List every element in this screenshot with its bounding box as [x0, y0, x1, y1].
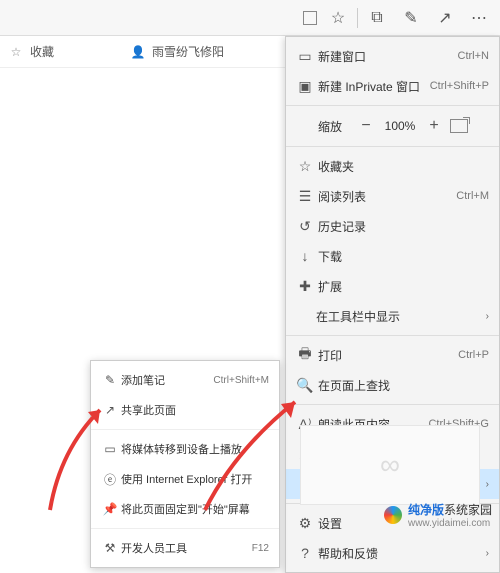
watermark: 纯净版系统家园 www.yidaimei.com — [384, 501, 492, 529]
menu-new-window[interactable]: ▭ 新建窗口 Ctrl+N — [286, 41, 499, 71]
brand1: 纯净版 — [408, 503, 444, 517]
share-icon: ↗ — [99, 403, 121, 417]
ie-icon: ⓔ — [99, 471, 121, 488]
divider — [357, 8, 358, 28]
menu-icon[interactable]: ⋯ — [462, 1, 496, 35]
chevron-right-icon: › — [486, 479, 489, 490]
inprivate-icon: ▣ — [294, 78, 316, 95]
help-icon: ? — [294, 545, 316, 561]
pen-icon: ✎ — [99, 373, 121, 387]
zoom-label: 缩放 — [294, 118, 354, 135]
tab-indicator — [303, 11, 317, 25]
notes-icon[interactable]: ✎ — [394, 1, 428, 35]
menu-label: 使用 Internet Explorer 打开 — [121, 471, 269, 487]
menu-show-in-toolbar[interactable]: 在工具栏中显示 › — [286, 301, 499, 331]
favorite-icon[interactable]: ☆ — [321, 1, 355, 35]
fullscreen-button[interactable] — [450, 119, 468, 133]
more-tools-submenu: ✎ 添加笔记 Ctrl+Shift+M ↗ 共享此页面 ▭ 将媒体转移到设备上播… — [90, 360, 280, 568]
menu-label: 在工具栏中显示 — [294, 308, 486, 325]
menu-new-inprivate[interactable]: ▣ 新建 InPrivate 窗口 Ctrl+Shift+P — [286, 71, 499, 101]
menu-label: 共享此页面 — [121, 402, 269, 418]
chevron-right-icon: › — [486, 548, 489, 559]
menu-print[interactable]: 🖶 打印 Ctrl+P — [286, 340, 499, 370]
menu-extensions[interactable]: ✚ 扩展 — [286, 271, 499, 301]
reading-view-icon[interactable]: ⧉ — [360, 1, 394, 35]
menu-favorites[interactable]: ☆ 收藏夹 — [286, 151, 499, 181]
cast-icon: ▭ — [99, 442, 121, 456]
submenu-add-notes[interactable]: ✎ 添加笔记 Ctrl+Shift+M — [91, 365, 279, 395]
browser-toolbar: ☆ ⧉ ✎ ↗ ⋯ — [0, 0, 500, 36]
menu-separator — [91, 528, 279, 529]
submenu-open-ie[interactable]: ⓔ 使用 Internet Explorer 打开 — [91, 464, 279, 494]
menu-shortcut: Ctrl+Shift+M — [213, 375, 269, 386]
gear-icon: ⚙ — [294, 515, 316, 532]
history-icon: ↺ — [294, 218, 316, 235]
menu-separator — [286, 146, 499, 147]
menu-separator — [91, 429, 279, 430]
menu-label: 收藏夹 — [316, 158, 489, 175]
devtools-icon: ⚒ — [99, 541, 121, 555]
menu-label: 历史记录 — [316, 218, 489, 235]
menu-label: 将此页面固定到"开始"屏幕 — [121, 501, 269, 517]
list-icon: ☰ — [294, 188, 316, 205]
bookmark-label: 雨雪纷飞修阳 — [152, 43, 224, 60]
submenu-share-page[interactable]: ↗ 共享此页面 — [91, 395, 279, 425]
zoom-value: 100% — [378, 119, 422, 133]
page-preview: ∞ — [300, 425, 480, 505]
menu-separator — [286, 335, 499, 336]
menu-label: 打印 — [316, 347, 458, 364]
star-icon: ☆ — [294, 158, 316, 175]
extension-icon: ✚ — [294, 278, 316, 295]
menu-shortcut: Ctrl+N — [458, 50, 489, 62]
menu-label: 帮助和反馈 — [316, 545, 486, 562]
menu-downloads[interactable]: ↓ 下载 — [286, 241, 499, 271]
search-icon: 🔍 — [294, 377, 316, 394]
menu-label: 下载 — [316, 248, 489, 265]
menu-history[interactable]: ↺ 历史记录 — [286, 211, 499, 241]
menu-label: 新建 InPrivate 窗口 — [316, 78, 430, 95]
menu-separator — [286, 105, 499, 106]
menu-label: 添加笔记 — [121, 372, 213, 388]
menu-shortcut: Ctrl+P — [458, 349, 489, 361]
favorites-label: 收藏 — [30, 43, 54, 60]
menu-label: 在页面上查找 — [316, 377, 489, 394]
menu-separator — [286, 404, 499, 405]
window-icon: ▭ — [294, 48, 316, 65]
menu-shortcut: F12 — [252, 543, 269, 554]
menu-shortcut: Ctrl+Shift+P — [430, 80, 489, 92]
print-icon: 🖶 — [294, 343, 316, 367]
zoom-out-button[interactable]: − — [354, 117, 378, 135]
menu-label: 开发人员工具 — [121, 540, 252, 556]
brand2: 系统家园 — [444, 503, 492, 517]
menu-help[interactable]: ? 帮助和反馈 › — [286, 538, 499, 568]
bookmark-item[interactable]: 👤 雨雪纷飞修阳 — [130, 43, 224, 60]
watermark-text: 纯净版系统家园 www.yidaimei.com — [408, 501, 492, 529]
person-icon: 👤 — [130, 45, 146, 59]
submenu-cast-media[interactable]: ▭ 将媒体转移到设备上播放 — [91, 434, 279, 464]
menu-find[interactable]: 🔍 在页面上查找 — [286, 370, 499, 400]
zoom-in-button[interactable]: + — [422, 117, 446, 135]
watermark-url: www.yidaimei.com — [408, 518, 492, 529]
star-icon: ☆ — [8, 45, 24, 59]
menu-label: 扩展 — [316, 278, 489, 295]
favorites-button[interactable]: ☆ 收藏 — [8, 43, 54, 60]
chevron-right-icon: › — [486, 311, 489, 322]
menu-label: 将媒体转移到设备上播放 — [121, 441, 269, 457]
download-icon: ↓ — [294, 248, 316, 264]
menu-label: 阅读列表 — [316, 188, 456, 205]
submenu-dev-tools[interactable]: ⚒ 开发人员工具 F12 — [91, 533, 279, 563]
logo-icon — [384, 506, 402, 524]
menu-reading-list[interactable]: ☰ 阅读列表 Ctrl+M — [286, 181, 499, 211]
share-icon[interactable]: ↗ — [428, 1, 462, 35]
submenu-pin-start[interactable]: 📌 将此页面固定到"开始"屏幕 — [91, 494, 279, 524]
menu-shortcut: Ctrl+M — [456, 190, 489, 202]
menu-label: 新建窗口 — [316, 48, 458, 65]
menu-zoom: 缩放 − 100% + — [286, 110, 499, 142]
pin-icon: 📌 — [99, 502, 121, 516]
